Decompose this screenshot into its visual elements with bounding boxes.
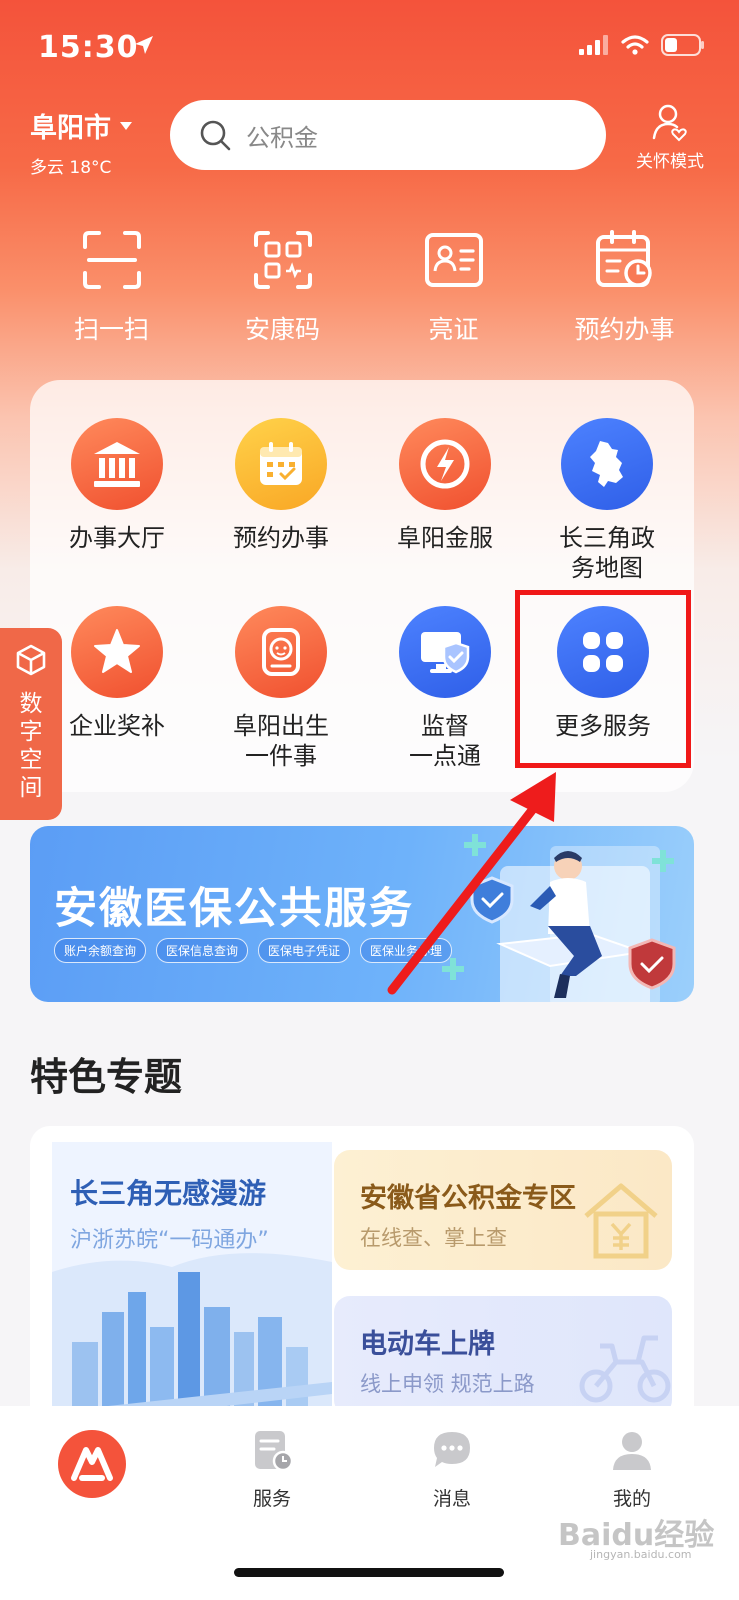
topic-gjj-title: 安徽省公积金专区 [360,1183,576,1214]
topic-yrd-roaming[interactable]: 长三角无感漫游 沪浙苏皖“一码通办” [52,1142,332,1426]
tab-label: 消息 [432,1488,471,1510]
tab-label: 服务 [252,1488,291,1510]
featured-title: 特色专题 [30,1055,183,1099]
tab-service[interactable]: 服务 [212,1428,332,1511]
house-yen-icon [584,1183,658,1259]
topic-ev-subtitle: 线上申领 规范上路 [360,1372,535,1396]
ebike-icon [579,1335,671,1403]
home-indicator [234,1568,504,1577]
profile-icon [613,1432,651,1470]
annotation-arrow [387,772,556,995]
message-icon [434,1432,470,1467]
tab-label: 我的 [612,1488,651,1510]
featured-topics: 长三角无感漫游 沪浙苏皖“一码通办” 安徽省公积金专区 在线查、掌上查 电动车上… [30,1126,694,1426]
watermark-sub: jingyan.baidu.com [590,1548,692,1561]
topic-ebike-plate[interactable]: 电动车上牌 线上申领 规范上路 [334,1296,672,1416]
tab-home[interactable] [32,1428,152,1504]
topic-gjj-subtitle: 在线查、掌上查 [360,1226,507,1250]
tab-messages[interactable]: 消息 [392,1428,512,1511]
topic-provident-fund[interactable]: 安徽省公积金专区 在线查、掌上查 [334,1150,672,1270]
topic-ev-title: 电动车上牌 [360,1329,495,1360]
service-doc-icon [255,1431,294,1472]
topic-left-title: 长三角无感漫游 [70,1177,267,1210]
topic-left-subtitle: 沪浙苏皖“一码通办” [70,1228,269,1253]
home-logo-icon [58,1430,126,1498]
tab-profile[interactable]: 我的 [572,1428,692,1511]
